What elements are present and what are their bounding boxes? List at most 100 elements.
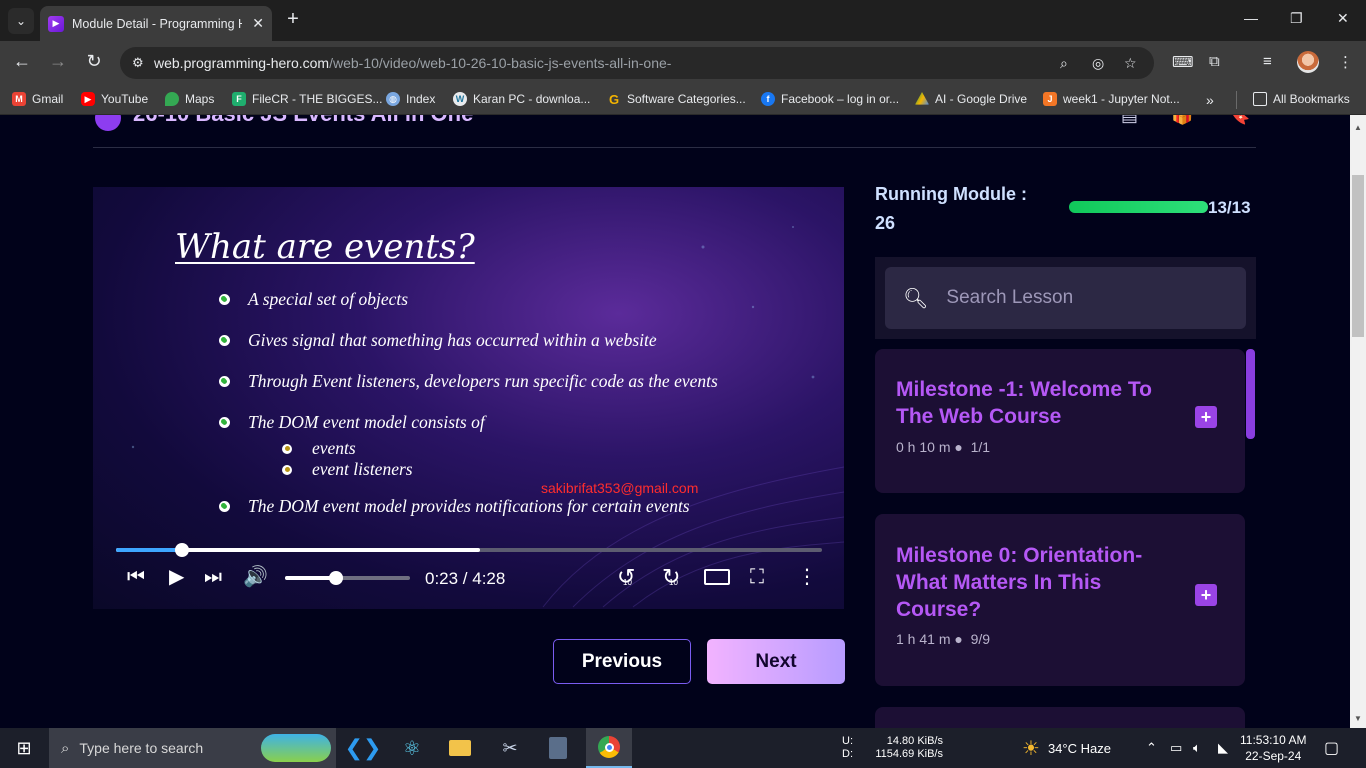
youtube-icon: ▶ — [81, 92, 95, 106]
media-control-icon[interactable]: ≡ — [1263, 53, 1272, 70]
bookmarks-divider — [1236, 91, 1237, 109]
green-bullet-icon — [219, 376, 230, 387]
slide-bullet: Gives signal that something has occurred… — [219, 330, 657, 351]
chrome-icon — [598, 736, 620, 758]
bookmark-youtube[interactable]: ▶ YouTube — [81, 92, 148, 106]
profile-avatar[interactable] — [1297, 51, 1319, 73]
milestone-card[interactable] — [875, 707, 1245, 728]
module-progress-count: 13/13 — [1208, 198, 1251, 217]
tab-close-icon[interactable]: ✕ — [252, 15, 264, 32]
bookmark-maps[interactable]: Maps — [165, 92, 214, 106]
bookmark-jupyter[interactable]: Jweek1 - Jupyter Not... — [1043, 92, 1180, 106]
volume-slider[interactable] — [285, 571, 410, 585]
milestone-card[interactable]: Milestone -1: Welcome To The Web Course … — [875, 349, 1245, 493]
address-bar[interactable]: ⚙ web.programming-hero.com/web-10/video/… — [120, 47, 1154, 79]
bookmark-gmail[interactable]: M Gmail — [12, 92, 63, 106]
lesson-search-input[interactable] — [946, 287, 1237, 309]
milestone-meta: 0 h 10 m ● 1/1 — [896, 439, 991, 455]
previous-video-button[interactable]: ⏮ — [127, 566, 145, 588]
bookmark-star-icon[interactable]: ☆ — [1124, 47, 1137, 79]
notes-icon[interactable]: ▤ — [1121, 115, 1138, 126]
active-tab[interactable]: ▶ Module Detail - Programming H ✕ — [40, 6, 272, 41]
milestone-list-scrollbar[interactable] — [1246, 349, 1255, 439]
fullscreen-icon[interactable]: ⛶ — [750, 566, 764, 588]
back-button[interactable]: ← — [10, 51, 34, 72]
tracking-protection-icon[interactable]: ◎ — [1092, 47, 1104, 79]
vscode-icon[interactable]: ❮❯ — [343, 728, 383, 768]
page-scroll-thumb[interactable] — [1352, 175, 1364, 337]
network-speed-meter: U: 14.80 KiB/s D: 1154.69 KiB/s — [842, 728, 943, 768]
taskbar-search-placeholder: Type here to search — [79, 740, 204, 756]
bookmarks-overflow-button[interactable]: » — [1206, 92, 1214, 108]
rewind-10-button[interactable]: ↺ 10 — [617, 566, 635, 588]
green-bullet-icon — [219, 501, 230, 512]
snipping-tool-icon[interactable]: ✂ — [490, 728, 530, 768]
volume-icon[interactable]: 🔊 — [243, 566, 268, 588]
clock[interactable]: 11:53:10 AM 22-Sep-24 — [1240, 728, 1307, 768]
forward-button[interactable]: → — [46, 51, 70, 72]
scroll-down-arrow-icon[interactable]: ▼ — [1352, 714, 1364, 723]
theater-mode-icon[interactable] — [704, 569, 730, 585]
more-options-icon[interactable]: ⋮ — [797, 566, 817, 588]
notifications-icon[interactable]: ▢ — [1324, 728, 1339, 768]
reload-button[interactable]: ↻ — [82, 51, 106, 72]
next-button[interactable]: Next — [707, 639, 845, 684]
bookmark-filecr[interactable]: F FileCR - THE BIGGES... — [232, 92, 382, 106]
minimize-button[interactable]: — — [1244, 10, 1258, 26]
tab-search-icon[interactable]: ⌄ — [8, 8, 34, 34]
bullet-text: The DOM event model provides notificatio… — [248, 496, 690, 516]
milestone-title: Milestone 0: Orientation- What Matters I… — [896, 544, 1143, 621]
wifi-icon[interactable]: ◣ — [1218, 728, 1228, 768]
weather-widget[interactable]: ☀ 34°C Haze — [1022, 728, 1111, 768]
bullet-text: Through Event listeners, developers run … — [248, 371, 718, 391]
previous-button[interactable]: Previous — [553, 639, 691, 684]
extensions-icon[interactable]: ⧉ — [1209, 53, 1220, 70]
browser-tab-bar: ⌄ ▶ Module Detail - Programming H ✕ + — … — [0, 0, 1366, 41]
bookmark-facebook[interactable]: f Facebook – log in or... — [761, 92, 899, 106]
site-info-icon[interactable]: ⚙ — [132, 55, 154, 71]
volume-icon[interactable]: 🔈︎ — [1193, 728, 1201, 768]
running-module-number: 26 — [875, 213, 896, 233]
forward-10-button[interactable]: ↻ 10 — [662, 566, 680, 588]
url-path: /web-10/video/web-10-26-10-basic-js-even… — [329, 55, 672, 71]
windows-start-icon[interactable]: ⊞ — [0, 728, 48, 768]
react-app-icon[interactable]: ⚛ — [392, 728, 432, 768]
bookmark-karan-pc[interactable]: W Karan PC - downloa... — [453, 92, 590, 106]
scroll-up-arrow-icon[interactable]: ▲ — [1352, 123, 1364, 132]
bookmark-icon[interactable]: 🔖 — [1228, 115, 1250, 126]
module-icon — [95, 115, 121, 131]
milestone-card[interactable]: Milestone 0: Orientation- What Matters I… — [875, 514, 1245, 686]
devtools-extension-icon[interactable]: ⌨ — [1172, 53, 1194, 71]
calculator-icon[interactable] — [538, 728, 578, 768]
taskbar-search[interactable]: ⌕ Type here to search — [49, 728, 336, 768]
bookmark-software-categories[interactable]: G Software Categories... — [607, 92, 746, 107]
seek-bar[interactable] — [116, 543, 822, 557]
battery-icon[interactable]: ▭ — [1170, 728, 1182, 768]
slide-bullet: The DOM event model consists of — [219, 412, 485, 433]
file-explorer-icon[interactable] — [440, 728, 480, 768]
expand-plus-icon[interactable]: + — [1195, 584, 1217, 606]
bookmark-google-drive[interactable]: AI - Google Drive — [915, 92, 1027, 106]
close-window-button[interactable]: ✕ — [1337, 10, 1349, 27]
bullet-text: The DOM event model consists of — [248, 412, 485, 432]
gift-icon[interactable]: 🎁 — [1171, 115, 1193, 126]
new-tab-button[interactable]: + — [282, 8, 304, 30]
lesson-search-box: 🔍︎ — [885, 267, 1246, 329]
play-button[interactable]: ▶ — [169, 566, 184, 588]
yellow-bullet-icon — [282, 464, 292, 475]
seek-handle[interactable] — [174, 543, 189, 557]
next-video-button[interactable]: ⏭ — [204, 566, 222, 588]
bookmark-label: Facebook – log in or... — [781, 92, 900, 106]
browser-menu-icon[interactable]: ⋮ — [1338, 53, 1353, 71]
zoom-icon[interactable]: ⌕ — [1060, 47, 1068, 79]
expand-plus-icon[interactable]: + — [1195, 406, 1217, 428]
video-player[interactable]: What are events? A special set of object… — [93, 187, 844, 609]
gmail-icon: M — [12, 92, 26, 106]
slide-bullet: The DOM event model provides notificatio… — [219, 496, 690, 517]
module-title: 26-10 Basic JS Events All in One — [133, 115, 473, 127]
restore-button[interactable]: ❐ — [1290, 10, 1303, 27]
show-hidden-icons-button[interactable]: ⌃ — [1146, 728, 1157, 768]
chrome-taskbar-button[interactable] — [586, 728, 632, 768]
all-bookmarks-folder[interactable]: All Bookmarks — [1253, 92, 1350, 106]
bookmark-index[interactable]: ◍ Index — [386, 92, 435, 106]
